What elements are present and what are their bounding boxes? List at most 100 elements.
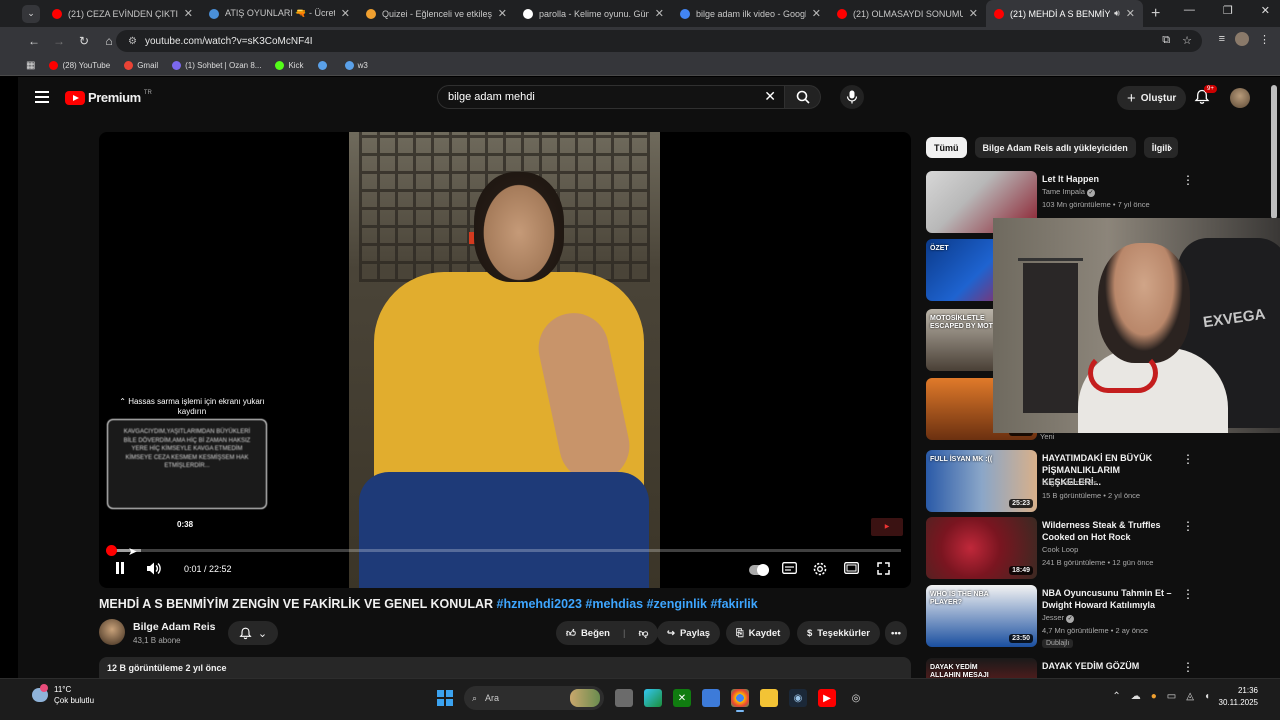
description-box[interactable]: 12 B görüntüleme 2 yıl önce bbox=[99, 657, 911, 678]
reload-icon[interactable]: ↻ bbox=[74, 34, 94, 48]
youtube-app-icon[interactable]: ▶ bbox=[818, 689, 836, 707]
account-avatar[interactable] bbox=[1230, 88, 1250, 108]
tab-audio-icon[interactable]: 🔊︎ bbox=[1114, 8, 1120, 19]
progress-bar[interactable] bbox=[106, 545, 901, 556]
browser-tab[interactable]: parolla - Kelime oyunu. Günlük ✕ bbox=[515, 0, 672, 27]
more-vertical-icon[interactable]: ⋮ bbox=[1182, 173, 1194, 187]
filter-chip[interactable]: Bilge Adam Reis adlı yükleyiciden bbox=[974, 137, 1136, 158]
video-thumbnail[interactable]: FULL İSYAN MK :((25:23 bbox=[926, 450, 1037, 512]
clear-search-icon[interactable]: ✕ bbox=[764, 88, 776, 105]
tab-close-icon[interactable]: ✕ bbox=[1126, 7, 1135, 20]
scrubber-knob[interactable] bbox=[106, 545, 118, 556]
thanks-button[interactable]: $ Teşekkürler bbox=[797, 621, 880, 645]
profile-avatar[interactable] bbox=[1235, 32, 1249, 46]
tab-close-icon[interactable]: ✕ bbox=[655, 7, 664, 20]
browser-tab[interactable]: bilge adam ilk video - Google' ✕ bbox=[672, 0, 829, 27]
maximize-icon[interactable]: ❐ bbox=[1223, 4, 1233, 17]
browser-tab[interactable]: (21) MEHDİ A S BENMİYİM 🔊︎ ✕ bbox=[986, 0, 1143, 27]
display-icon[interactable]: ▭ bbox=[1167, 691, 1176, 702]
channel-name[interactable]: Bilge Adam Reis bbox=[133, 621, 215, 633]
new-tab-button[interactable]: + bbox=[1151, 5, 1160, 23]
bookmark-item[interactable]: (28) YouTube bbox=[49, 60, 110, 70]
obs-icon[interactable]: ◎ bbox=[847, 689, 865, 707]
network-icon[interactable]: ◬ bbox=[1186, 691, 1194, 702]
video-thumbnail[interactable]: DAYAK YEDİM ALLAHIN MESAJI bbox=[926, 658, 1037, 678]
theater-mode-button[interactable] bbox=[844, 562, 859, 577]
recommended-video[interactable]: FULL İSYAN MK :((25:23 HAYATIMDAKİ EN BÜY… bbox=[926, 450, 1271, 514]
hamburger-menu-icon[interactable] bbox=[35, 91, 49, 103]
apps-grid-icon[interactable]: ▦ bbox=[26, 60, 35, 71]
tab-close-icon[interactable]: ✕ bbox=[341, 7, 350, 20]
create-button[interactable]: + Oluştur bbox=[1117, 86, 1187, 110]
onedrive-icon[interactable]: ☁ bbox=[1131, 691, 1141, 702]
fullscreen-button[interactable] bbox=[877, 562, 890, 578]
chevron-up-icon[interactable]: ⌃ bbox=[1112, 691, 1120, 702]
recommended-video[interactable]: WHO IS THE NBA PLAYER? 23:50 NBA Oyuncusun… bbox=[926, 585, 1271, 649]
tab-close-icon[interactable]: ✕ bbox=[812, 7, 821, 20]
xbox-icon[interactable]: ✕ bbox=[673, 689, 691, 707]
menu-icon[interactable]: ⋮ bbox=[1259, 33, 1270, 46]
tab-close-icon[interactable]: ✕ bbox=[969, 7, 978, 20]
tab-search-button[interactable]: ⌄ bbox=[22, 4, 40, 23]
browser-tab[interactable]: ATIŞ OYUNLARI 🔫 - Ücretsiz O ✕ bbox=[201, 0, 358, 27]
channel-avatar[interactable] bbox=[99, 619, 125, 645]
start-button[interactable] bbox=[437, 690, 453, 706]
browser-tab[interactable]: (21) CEZA EVİNDEN ÇIKTIM MERH ✕ bbox=[44, 0, 201, 27]
voice-search-button[interactable] bbox=[840, 85, 864, 109]
tab-close-icon[interactable]: ✕ bbox=[184, 7, 193, 20]
microphone-icon[interactable]: ● bbox=[1151, 691, 1157, 702]
taskbar-search[interactable]: ⌕ Ara bbox=[464, 686, 604, 710]
edge-icon[interactable] bbox=[644, 689, 662, 707]
bookmark-item[interactable] bbox=[317, 60, 331, 70]
notifications-button[interactable]: 9+ bbox=[1194, 85, 1217, 110]
video-thumbnail[interactable]: WHO IS THE NBA PLAYER? 23:50 bbox=[926, 585, 1037, 647]
filter-chip[interactable]: Tümü bbox=[926, 137, 967, 158]
steam-icon[interactable]: ◉ bbox=[789, 689, 807, 707]
speaker-icon[interactable]: ◖ bbox=[1204, 691, 1210, 702]
clock[interactable]: 21:36 30.11.2025 bbox=[1219, 685, 1258, 709]
task-view-icon[interactable] bbox=[615, 689, 633, 707]
site-info-icon[interactable]: ⚙ bbox=[128, 36, 137, 47]
weather-widget[interactable]: 11°C Çok bulutlu bbox=[32, 684, 94, 706]
filter-chip[interactable]: İlgili bbox=[1143, 137, 1178, 158]
bookmark-item[interactable]: (1) Sohbet | Ozan 8... bbox=[172, 60, 261, 70]
close-window-icon[interactable]: ✕ bbox=[1261, 4, 1270, 17]
subscription-bell-button[interactable]: ⌄ bbox=[228, 621, 278, 645]
video-channel[interactable]: Jesser ✓ bbox=[1042, 613, 1075, 623]
like-button[interactable]: 👍︎ Beğen | 👎︎ bbox=[556, 621, 659, 645]
video-channel[interactable]: Bilge Adam Reis bbox=[1042, 478, 1097, 487]
more-vertical-icon[interactable]: ⋮ bbox=[1182, 660, 1194, 674]
video-player[interactable]: ⌃ Hassas sarma işlemi için ekranı yukarı… bbox=[99, 132, 911, 588]
page-scrollbar[interactable] bbox=[1271, 85, 1277, 219]
video-title[interactable]: DAYAK YEDİM GÖZÜM bbox=[1042, 660, 1177, 672]
chevron-right-icon[interactable]: › bbox=[1168, 140, 1172, 155]
subtitles-button[interactable] bbox=[782, 562, 797, 577]
video-title[interactable]: NBA Oyuncusunu Tahmin Et – Dwight Howard… bbox=[1042, 587, 1177, 611]
more-actions-button[interactable]: ••• bbox=[885, 621, 907, 645]
more-vertical-icon[interactable]: ⋮ bbox=[1182, 452, 1194, 466]
install-app-icon[interactable]: ⧉ bbox=[1162, 34, 1170, 47]
media-control-icon[interactable]: ≡ bbox=[1219, 33, 1225, 45]
video-title[interactable]: Let It Happen bbox=[1042, 173, 1177, 185]
chrome-icon[interactable] bbox=[731, 689, 749, 712]
forward-icon[interactable]: → bbox=[49, 34, 69, 48]
address-bar[interactable]: ⚙ youtube.com/watch?v=sK3CoMcNF4I ⧉ ☆ bbox=[116, 30, 1202, 52]
browser-tab[interactable]: (21) OLMASAYDI SONUMUZ BE ✕ bbox=[829, 0, 986, 27]
save-button[interactable]: ⎘ Kaydet bbox=[726, 621, 791, 645]
video-channel[interactable]: Cook Loop bbox=[1042, 545, 1078, 554]
volume-button[interactable] bbox=[147, 562, 162, 578]
bookmark-star-icon[interactable]: ☆ bbox=[1182, 34, 1192, 47]
search-button[interactable] bbox=[785, 85, 821, 109]
autoplay-toggle[interactable] bbox=[749, 564, 769, 576]
settings-button[interactable] bbox=[813, 562, 827, 579]
bookmark-item[interactable]: Gmail bbox=[124, 60, 158, 70]
bookmark-item[interactable]: w3 bbox=[344, 60, 368, 70]
more-vertical-icon[interactable]: ⋮ bbox=[1182, 587, 1194, 601]
video-hashtags[interactable]: #hzmehdi2023 #mehdias #zenginlik #fakirl… bbox=[497, 597, 758, 611]
video-channel[interactable]: Tame Impala ✓ bbox=[1042, 187, 1096, 197]
mail-icon[interactable] bbox=[702, 689, 720, 707]
file-explorer-icon[interactable] bbox=[760, 689, 778, 707]
search-input[interactable]: bilge adam mehdi ✕ bbox=[437, 85, 785, 109]
tab-close-icon[interactable]: ✕ bbox=[498, 7, 507, 20]
recommended-video[interactable]: DAYAK YEDİM ALLAHIN MESAJI DAYAK YEDİM GÖ… bbox=[926, 658, 1271, 678]
